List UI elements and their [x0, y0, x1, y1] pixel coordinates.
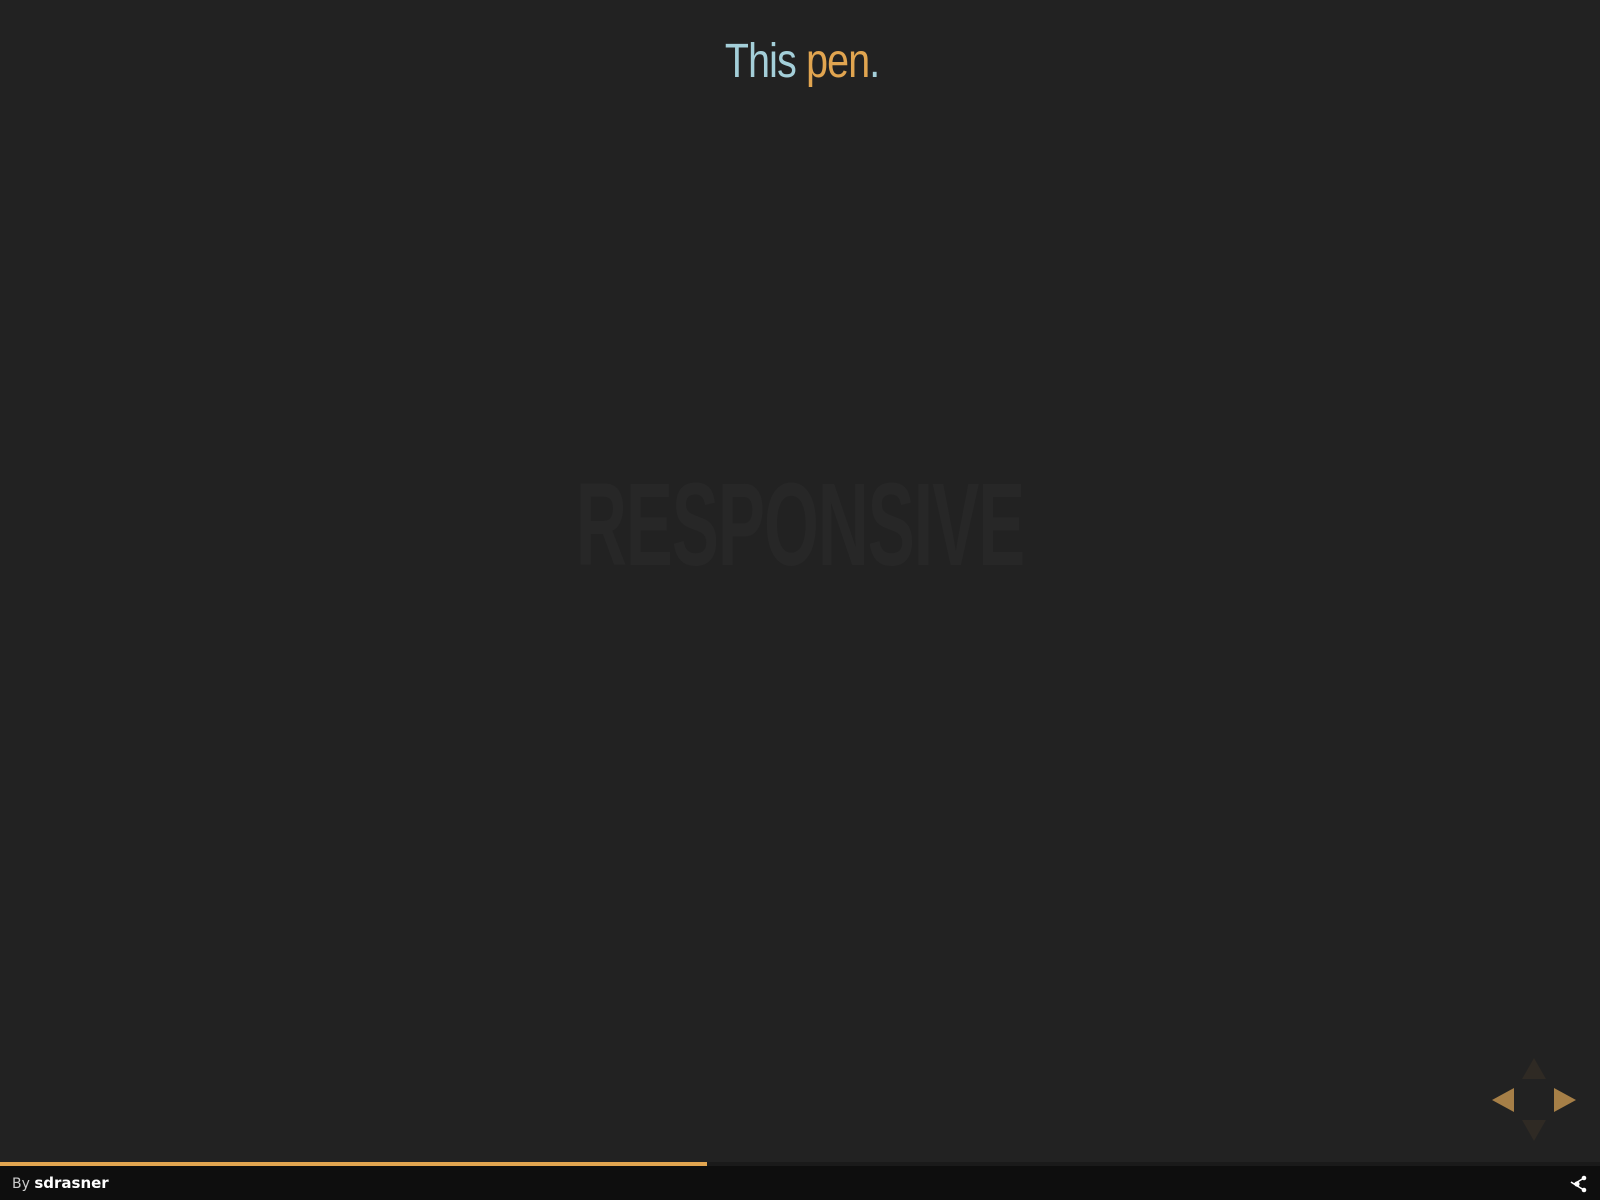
- title-word-this: This: [724, 35, 797, 88]
- slide-title: This pen.: [146, 32, 1458, 92]
- background-watermark: RESPONSIVE: [575, 459, 1026, 591]
- slide-navigation: [1490, 1058, 1576, 1142]
- title-period: .: [869, 35, 880, 88]
- byline: By sdrasner: [12, 1174, 109, 1193]
- arrow-right-icon[interactable]: [1554, 1088, 1576, 1112]
- arrow-down-icon[interactable]: [1522, 1120, 1546, 1141]
- arrow-up-icon[interactable]: [1522, 1058, 1546, 1079]
- footer-bar: By sdrasner: [0, 1166, 1600, 1200]
- slide-stage: This pen. RESPONSIVE: [0, 0, 1600, 1162]
- share-icon[interactable]: [1570, 1175, 1588, 1193]
- by-label: By: [12, 1176, 30, 1192]
- arrow-left-icon[interactable]: [1492, 1088, 1514, 1112]
- title-word-pen: pen: [806, 35, 870, 88]
- author-link[interactable]: sdrasner: [34, 1174, 108, 1192]
- share-icon-svg: [1570, 1175, 1587, 1193]
